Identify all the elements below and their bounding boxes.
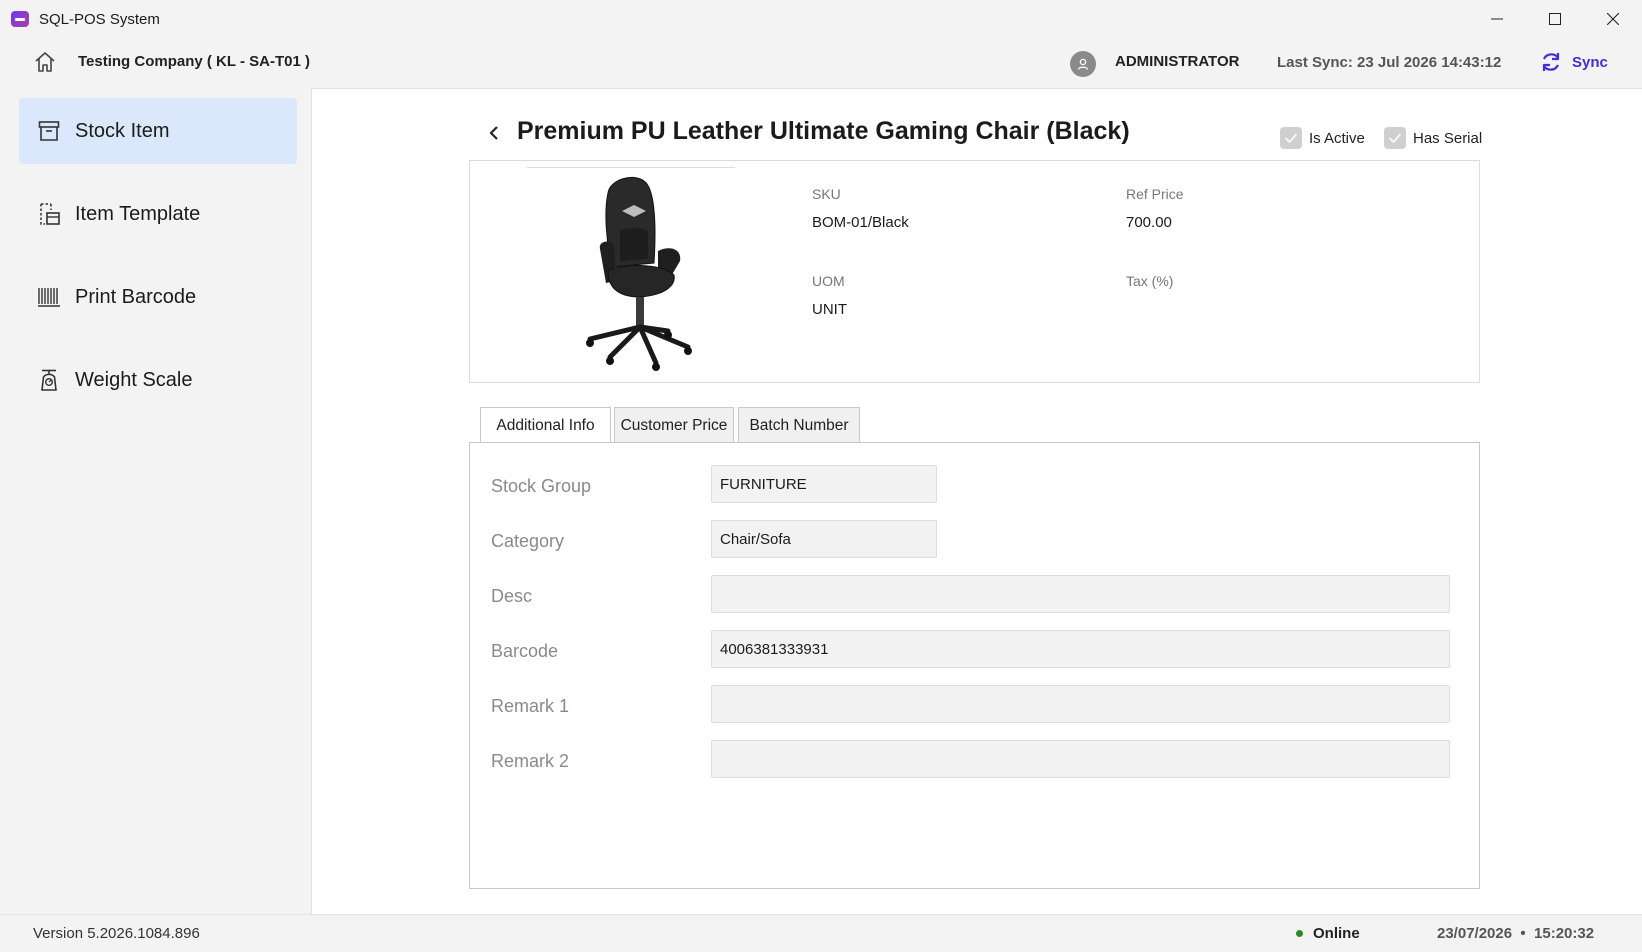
company-name: Testing Company ( KL - SA-T01 ) [78, 53, 310, 70]
tax-label: Tax (%) [1126, 273, 1174, 289]
uom-label: UOM [812, 273, 845, 289]
check-icon [1388, 133, 1402, 144]
ref-price-label: Ref Price [1126, 186, 1184, 202]
status-date: 23/07/2026 [1437, 925, 1513, 942]
weight-scale-icon [41, 369, 57, 391]
avatar[interactable] [1070, 51, 1096, 77]
tab-additional-info[interactable]: Additional Info [480, 407, 611, 443]
remark-1-label: Remark 1 [491, 696, 570, 716]
maximize-button[interactable] [1526, 0, 1584, 38]
sku-label: SKU [812, 186, 841, 202]
template-icon [40, 203, 60, 225]
barcode-icon [38, 288, 60, 307]
maximize-icon [1549, 13, 1561, 25]
tab-batch-number[interactable]: Batch Number [738, 407, 860, 443]
has-serial-checkbox[interactable]: Has Serial [1384, 127, 1482, 149]
sidebar-item-stock-item[interactable]: Stock Item [19, 98, 297, 164]
app-header: Testing Company ( KL - SA-T01 ) ADMINIST… [0, 38, 1642, 88]
home-icon [35, 52, 55, 72]
item-summary-card: SKU BOM-01/Black Ref Price 700.00 UOM UN… [469, 160, 1480, 383]
remark-2-field[interactable] [711, 740, 1450, 778]
page-title: Premium PU Leather Ultimate Gaming Chair… [517, 117, 1130, 145]
sidebar-item-label: Weight Scale [75, 368, 193, 391]
sidebar: Stock Item Item Template Print Barcode W… [0, 88, 310, 914]
status-datetime: 23/07/2026 • 15:20:32 [1437, 925, 1594, 942]
archive-box-icon [38, 121, 60, 141]
category-label: Category [491, 531, 565, 551]
sidebar-item-label: Stock Item [75, 119, 170, 142]
image-divider [527, 167, 735, 168]
back-button[interactable] [482, 121, 506, 145]
sidebar-item-weight-scale[interactable]: Weight Scale [19, 347, 297, 413]
remark-1-field[interactable] [711, 685, 1450, 723]
separator-dot: • [1516, 925, 1530, 942]
checkbox-box[interactable] [1384, 127, 1406, 149]
stock-group-label: Stock Group [491, 476, 592, 496]
desc-field[interactable] [711, 575, 1450, 613]
chevron-left-icon [489, 126, 498, 140]
window-controls [1468, 0, 1642, 38]
remark-2-label: Remark 2 [491, 751, 570, 771]
sidebar-item-label: Item Template [75, 202, 201, 225]
stock-group-field[interactable]: FURNITURE [711, 465, 937, 503]
checkbox-box[interactable] [1280, 127, 1302, 149]
tab-customer-price[interactable]: Customer Price [614, 407, 734, 443]
sync-label: Sync [1572, 53, 1608, 71]
app-logo-icon [11, 11, 29, 27]
product-image[interactable] [570, 171, 710, 371]
user-name: ADMINISTRATOR [1115, 53, 1240, 70]
online-dot-icon [1296, 930, 1303, 937]
sidebar-item-print-barcode[interactable]: Print Barcode [19, 264, 297, 330]
last-sync-text: Last Sync: 23 Jul 2026 14:43:12 [1277, 54, 1502, 71]
barcode-label: Barcode [491, 641, 559, 661]
home-button[interactable] [34, 51, 56, 78]
sidebar-item-label: Print Barcode [75, 285, 197, 308]
window-title: SQL-POS System [39, 10, 160, 28]
sidebar-item-item-template[interactable]: Item Template [19, 181, 297, 247]
category-field[interactable]: Chair/Sofa [711, 520, 937, 558]
status-bar: Version 5.2026.1084.896 Online 23/07/202… [0, 914, 1642, 952]
sync-button[interactable]: Sync [1540, 50, 1608, 74]
version-text: Version 5.2026.1084.896 [33, 925, 200, 942]
ref-price-value: 700.00 [1126, 214, 1172, 231]
minimize-button[interactable] [1468, 0, 1526, 38]
main-panel: Premium PU Leather Ultimate Gaming Chair… [311, 88, 1642, 914]
sync-icon [1542, 53, 1560, 71]
uom-value: UNIT [812, 301, 847, 318]
barcode-field[interactable]: 4006381333931 [711, 630, 1450, 668]
title-bar: SQL-POS System [0, 0, 1642, 38]
close-button[interactable] [1584, 0, 1642, 38]
close-icon [1607, 13, 1619, 25]
connection-status: Online [1296, 925, 1360, 942]
check-icon [1284, 133, 1298, 144]
minimize-icon [1491, 18, 1503, 20]
connection-label: Online [1313, 925, 1360, 942]
is-active-checkbox[interactable]: Is Active [1280, 127, 1365, 149]
status-time: 15:20:32 [1534, 925, 1595, 942]
is-active-label: Is Active [1309, 129, 1365, 147]
desc-label: Desc [491, 586, 533, 606]
additional-info-panel: Stock Group FURNITURE Category Chair/Sof… [469, 442, 1480, 889]
sku-value: BOM-01/Black [812, 214, 909, 231]
user-icon [1077, 58, 1089, 70]
has-serial-label: Has Serial [1413, 129, 1483, 147]
